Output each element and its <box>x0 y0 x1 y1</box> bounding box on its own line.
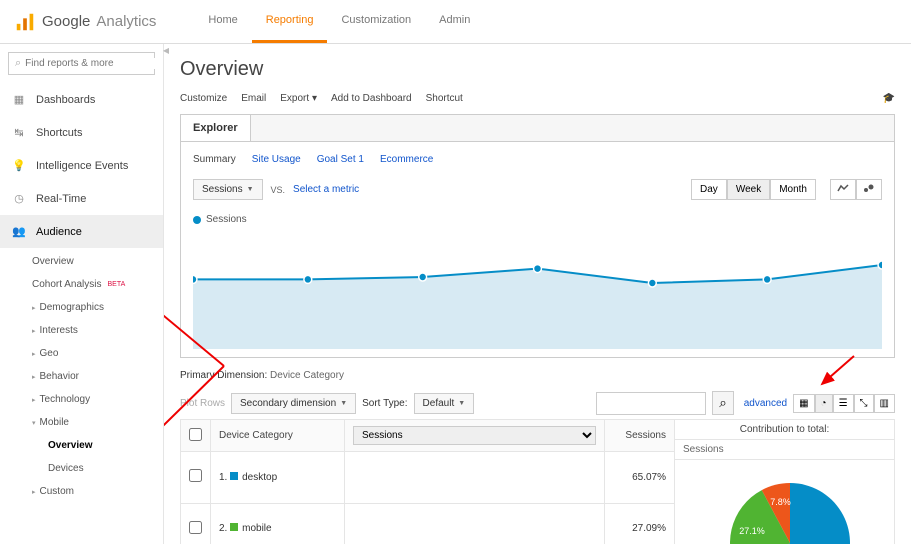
primary-dimension: Primary Dimension: Device Category <box>164 358 911 387</box>
metric-dropdown[interactable]: Sessions▼ <box>193 179 263 200</box>
subnav-behavior[interactable]: ▸Behavior <box>0 365 163 388</box>
pie-chart: 65.1%27.1%7.8% <box>675 460 894 544</box>
subnav-custom[interactable]: ▸Custom <box>0 480 163 503</box>
topnav-reporting[interactable]: Reporting <box>252 0 328 43</box>
shortcuts-icon: ↹ <box>12 126 26 139</box>
brand-google: Google <box>42 13 90 30</box>
subnav-overview[interactable]: Overview <box>0 250 163 273</box>
filter-input[interactable] <box>596 392 706 415</box>
vs-label: VS. <box>271 185 286 195</box>
subnav-mobile-overview[interactable]: Overview <box>0 434 163 457</box>
tab-explorer[interactable]: Explorer <box>181 115 251 141</box>
contribution-header: Contribution to total: <box>675 420 894 440</box>
timerange-week[interactable]: Week <box>727 179 770 200</box>
subtab-goal-set-1[interactable]: Goal Set 1 <box>317 154 364 165</box>
subnav-cohort-analysis[interactable]: Cohort AnalysisBETA <box>0 273 163 296</box>
subnav-interests[interactable]: ▸Interests <box>0 319 163 342</box>
subtabs: Summary Site Usage Goal Set 1 Ecommerce <box>193 150 882 175</box>
search-button[interactable]: ⌕ <box>712 391 733 415</box>
logo: Google Analytics <box>14 11 156 33</box>
table-row[interactable]: 2. mobile27.09% <box>181 503 675 544</box>
search-input[interactable] <box>25 58 157 69</box>
toolbar-email[interactable]: Email <box>241 93 266 104</box>
select-metric-link[interactable]: Select a metric <box>293 184 359 195</box>
subtab-ecommerce[interactable]: Ecommerce <box>380 154 433 165</box>
topnav-home[interactable]: Home <box>194 0 251 43</box>
audience-icon: 👥 <box>12 225 26 238</box>
dashboards-icon: ▦ <box>12 93 26 106</box>
sidebar-item-intelligence-events[interactable]: 💡Intelligence Events <box>0 149 163 182</box>
advanced-link[interactable]: advanced <box>744 398 787 409</box>
view-table-icon[interactable]: ▦ <box>793 394 814 413</box>
svg-text:7.8%: 7.8% <box>770 497 791 507</box>
view-comparison-icon[interactable]: ⤡ <box>854 394 874 413</box>
data-table: Device Category Sessions Sessions 1. des… <box>180 419 675 544</box>
subnav-mobile[interactable]: ▾Mobile <box>0 411 163 434</box>
select-all-checkbox[interactable] <box>189 428 202 441</box>
table-row[interactable]: 1. desktop65.07% <box>181 452 675 504</box>
subtab-summary[interactable]: Summary <box>193 154 236 165</box>
col-sessions[interactable]: Sessions <box>605 420 675 452</box>
toolbar-add-to-dashboard[interactable]: Add to Dashboard <box>331 93 412 104</box>
contribution-sub: Sessions <box>675 440 894 460</box>
secondary-dimension-dropdown[interactable]: Secondary dimension ▼ <box>231 393 356 414</box>
toolbar-shortcut[interactable]: Shortcut <box>426 93 463 104</box>
page-title: Overview <box>164 44 911 89</box>
svg-text:27.1%: 27.1% <box>739 526 765 536</box>
brand-product: Analytics <box>96 13 156 30</box>
topnav-admin[interactable]: Admin <box>425 0 484 43</box>
sidebar-item-real-time[interactable]: ◷Real-Time <box>0 182 163 215</box>
realtime-icon: ◷ <box>12 192 26 205</box>
analytics-logo-icon <box>14 11 36 33</box>
subnav-technology[interactable]: ▸Technology <box>0 388 163 411</box>
view-pivot-icon[interactable]: ▥ <box>874 394 895 413</box>
col-device-category[interactable]: Device Category <box>211 420 345 452</box>
row-checkbox[interactable] <box>189 469 202 482</box>
plot-rows-button: Plot Rows <box>180 398 225 409</box>
toolbar: Customize Email Export ▾ Add to Dashboard Sh… <box>164 89 911 114</box>
subnav-mobile-devices[interactable]: Devices <box>0 457 163 480</box>
metric-select[interactable]: Sessions <box>353 426 596 445</box>
subnav-demographics[interactable]: ▸Demographics <box>0 296 163 319</box>
sidebar-item-audience[interactable]: 👥Audience <box>0 215 163 248</box>
line-chart <box>193 229 882 349</box>
time-range: DayWeekMonth <box>691 179 816 200</box>
search-box[interactable]: ⌕ <box>8 52 155 75</box>
sidebar-item-dashboards[interactable]: ▦Dashboards <box>0 83 163 116</box>
toolbar-customize[interactable]: Customize <box>180 93 227 104</box>
sidebar-item-shortcuts[interactable]: ↹Shortcuts <box>0 116 163 149</box>
row-checkbox[interactable] <box>189 521 202 534</box>
intel-icon: 💡 <box>12 159 26 172</box>
subnav-geo[interactable]: ▸Geo <box>0 342 163 365</box>
subtab-site-usage[interactable]: Site Usage <box>252 154 301 165</box>
toolbar-export[interactable]: Export ▾ <box>280 93 317 104</box>
sort-type-label: Sort Type: <box>362 398 407 409</box>
motion-chart-icon[interactable] <box>856 179 882 200</box>
timerange-month[interactable]: Month <box>770 179 816 200</box>
view-bar-icon[interactable]: ☰ <box>833 394 854 413</box>
chart-legend: Sessions <box>193 204 882 229</box>
search-icon: ⌕ <box>15 57 21 70</box>
topnav-customization[interactable]: Customization <box>327 0 425 43</box>
sidebar: ◀ ⌕ ▦Dashboards↹Shortcuts💡Intelligence E… <box>0 44 164 544</box>
top-nav: HomeReportingCustomizationAdmin <box>194 0 484 43</box>
line-chart-icon[interactable] <box>830 179 856 200</box>
view-pie-icon[interactable]: ◔ <box>815 394 833 413</box>
sort-type-dropdown[interactable]: Default ▼ <box>414 393 475 414</box>
education-icon[interactable]: 🎓 <box>883 93 895 104</box>
timerange-day[interactable]: Day <box>691 179 727 200</box>
